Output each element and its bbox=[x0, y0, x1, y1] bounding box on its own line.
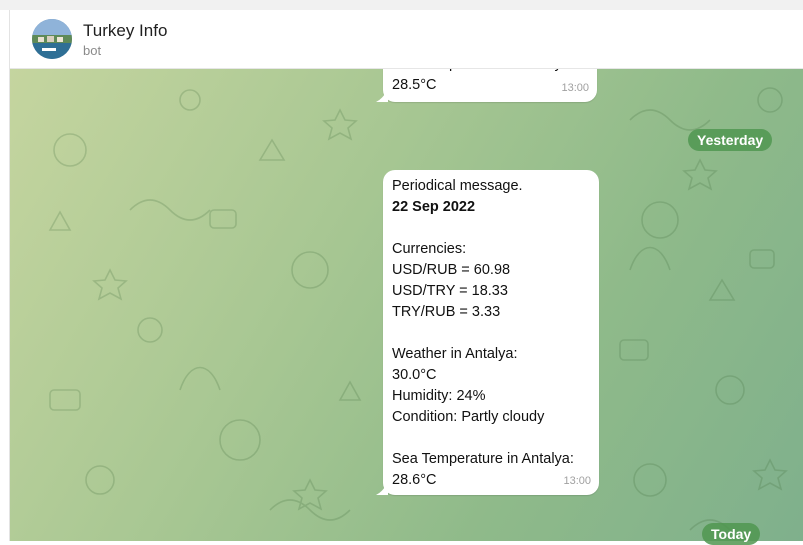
avatar[interactable] bbox=[32, 19, 72, 59]
message-line: TRY/RUB = 3.33 bbox=[392, 304, 501, 320]
message-line: USD/RUB = 60.98 bbox=[392, 262, 511, 278]
message-line: Periodical message. bbox=[392, 178, 523, 194]
message-line: Currencies: bbox=[392, 241, 467, 257]
chat-header[interactable]: Turkey Info bot bbox=[10, 10, 803, 69]
left-gutter bbox=[0, 10, 10, 541]
message-line: Humidity: 24% bbox=[392, 388, 486, 404]
message-bubble[interactable]: Periodical message. 22 Sep 2022 Currenci… bbox=[376, 170, 599, 495]
message-time: 13:00 bbox=[561, 82, 589, 94]
message-line: 28.5°C bbox=[392, 77, 437, 93]
bubble-tail-icon bbox=[376, 88, 388, 102]
bubble-tail-icon bbox=[376, 481, 388, 495]
message-line: Sea Temperature in Antalya: bbox=[392, 451, 574, 467]
message-time: 13:00 bbox=[563, 475, 591, 487]
message-line: 30.0°C bbox=[392, 367, 437, 383]
date-separator-yesterday: Yesterday bbox=[688, 129, 773, 151]
chat-title[interactable]: Turkey Info bbox=[83, 21, 167, 41]
message-line: 22 Sep 2022 bbox=[392, 199, 476, 215]
message-line: USD/TRY = 18.33 bbox=[392, 283, 508, 299]
date-separator-today: Today bbox=[702, 523, 761, 545]
message-line: Condition: Partly cloudy bbox=[392, 409, 545, 425]
avatar-image-icon bbox=[32, 19, 72, 59]
chat-subtitle: bot bbox=[83, 43, 102, 58]
message-line: Weather in Antalya: bbox=[392, 346, 518, 362]
message-line: 28.6°C bbox=[392, 472, 437, 488]
